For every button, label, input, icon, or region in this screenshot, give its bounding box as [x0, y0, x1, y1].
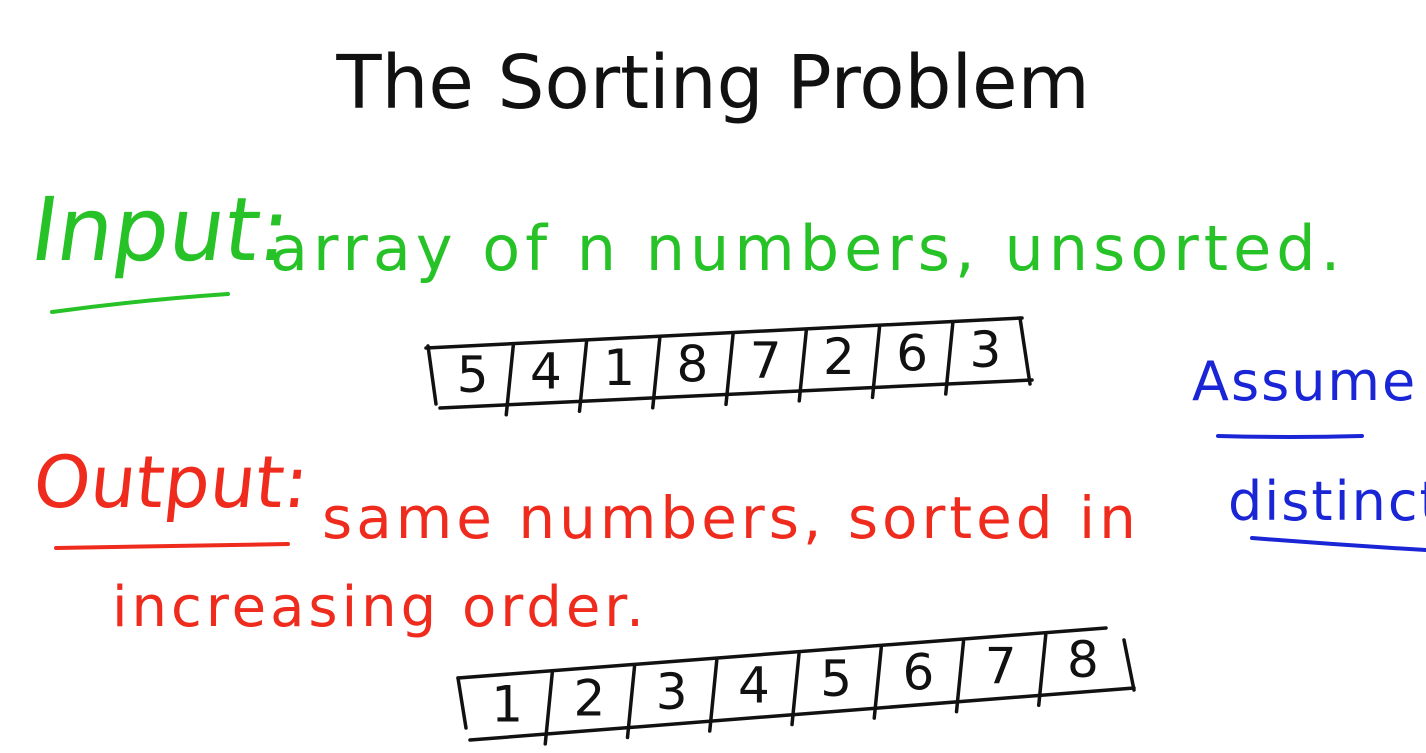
output-cell-3: 3 [656, 663, 688, 721]
input-cell-4: 8 [676, 335, 708, 393]
output-cell-7: 7 [985, 637, 1017, 695]
input-underline [50, 292, 230, 314]
output-cell-4: 4 [738, 656, 770, 714]
output-array-right [1122, 638, 1136, 692]
input-divider-2 [577, 340, 589, 414]
input-divider-5 [797, 329, 808, 403]
input-description: array of n numbers, unsorted. [270, 212, 1346, 285]
output-divider-7 [1037, 633, 1048, 707]
output-description-line2: increasing order. [112, 575, 648, 640]
input-array-right [1018, 316, 1032, 386]
output-description-line1: same numbers, sorted in [322, 484, 1140, 552]
input-label: Input: [25, 178, 297, 281]
output-divider-1 [543, 671, 554, 746]
input-cell-1: 5 [457, 346, 489, 404]
output-divider-3 [708, 658, 719, 733]
input-cell-7: 6 [896, 325, 928, 383]
distinct-underline [1250, 536, 1426, 552]
output-cell-2: 2 [573, 669, 605, 727]
input-cell-3: 1 [603, 339, 635, 397]
output-label: Output: [30, 440, 313, 524]
input-cell-2: 4 [530, 342, 562, 400]
input-cell-5: 7 [750, 332, 782, 390]
input-array-top [424, 316, 1024, 350]
output-array: 12345678 [456, 626, 1136, 746]
output-divider-4 [790, 652, 801, 727]
output-divider-6 [954, 639, 966, 714]
side-note-assume: Assume [1192, 350, 1418, 413]
input-array: 54187263 [424, 316, 1034, 417]
output-underline [54, 542, 290, 550]
output-cell-5: 5 [820, 650, 852, 708]
output-array-left [456, 676, 468, 730]
output-divider-2 [625, 664, 637, 740]
input-divider-4 [724, 332, 735, 407]
assume-underline [1216, 434, 1364, 439]
input-divider-6 [870, 325, 882, 400]
output-divider-5 [872, 645, 883, 720]
input-array-bottom [438, 378, 1034, 410]
input-cell-8: 3 [969, 321, 1001, 379]
output-cell-8: 8 [1067, 631, 1099, 689]
input-cell-6: 2 [823, 328, 855, 386]
input-divider-7 [944, 321, 955, 396]
output-array-bottom [468, 686, 1136, 742]
input-divider-3 [651, 336, 662, 410]
input-array-left [426, 344, 438, 406]
side-note-distinct: distinct [1228, 470, 1426, 533]
output-cell-6: 6 [902, 644, 934, 702]
input-label-text: Input [24, 178, 268, 281]
output-label-text: Output [29, 440, 289, 524]
output-cell-1: 1 [491, 676, 523, 734]
lecture-slide: The Sorting Problem Input: array of n nu… [0, 0, 1426, 753]
slide-title: The Sorting Problem [336, 40, 1090, 126]
input-divider-1 [504, 344, 515, 417]
